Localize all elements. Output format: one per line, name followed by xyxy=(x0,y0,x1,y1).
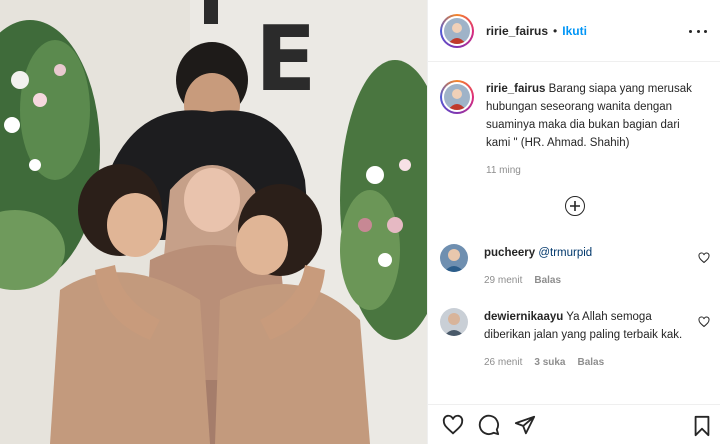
family-photo-illustration: E xyxy=(0,0,427,444)
likes-count[interactable]: 3 suka xyxy=(534,354,565,372)
caption-avatar xyxy=(444,84,470,110)
comment-item: dewiernikaayu Ya Allah semoga diberikan … xyxy=(440,308,710,372)
post-time[interactable]: 11 ming xyxy=(486,162,704,180)
caption-username[interactable]: ririe_fairus xyxy=(486,83,545,95)
header-username[interactable]: ririe_fairus xyxy=(486,24,548,38)
story-ring[interactable] xyxy=(440,13,474,48)
comment-time[interactable]: 29 menit xyxy=(484,272,522,290)
comment-time[interactable]: 26 menit xyxy=(484,354,522,372)
comment-heart-icon[interactable] xyxy=(698,252,710,264)
separator-dot: • xyxy=(553,23,558,38)
comment-username[interactable]: pucheery xyxy=(484,247,535,259)
paper-plane-icon[interactable] xyxy=(514,414,536,436)
caption-story-ring[interactable] xyxy=(440,80,474,114)
comment-avatar[interactable] xyxy=(440,308,468,336)
comment-username[interactable]: dewiernikaayu xyxy=(484,311,563,323)
comment-avatar[interactable] xyxy=(440,244,468,272)
backdrop-letter: E xyxy=(255,7,316,112)
comment-heart-icon[interactable] xyxy=(698,316,710,328)
comment-item: pucheery @trmurpid 29 menit Balas xyxy=(440,244,710,290)
follow-button[interactable]: Ikuti xyxy=(562,24,587,38)
post-side-panel: ririe_fairus • Ikuti ririe_fairus Barang… xyxy=(427,0,720,444)
reply-button[interactable]: Balas xyxy=(534,272,561,290)
comment-bubble-icon[interactable] xyxy=(478,414,500,436)
post-photo[interactable]: E xyxy=(0,0,427,444)
heart-icon[interactable] xyxy=(442,414,464,436)
more-options-icon[interactable] xyxy=(689,22,707,40)
comment-mention[interactable]: @trmurpid xyxy=(538,247,592,259)
avatar xyxy=(444,17,470,44)
bookmark-icon[interactable] xyxy=(691,415,713,437)
post-header: ririe_fairus • Ikuti xyxy=(428,0,720,62)
post-caption: ririe_fairus Barang siapa yang merusak h… xyxy=(440,80,710,180)
reply-button[interactable]: Balas xyxy=(578,354,605,372)
action-bar xyxy=(428,404,720,444)
plus-circle-icon[interactable] xyxy=(565,196,585,216)
